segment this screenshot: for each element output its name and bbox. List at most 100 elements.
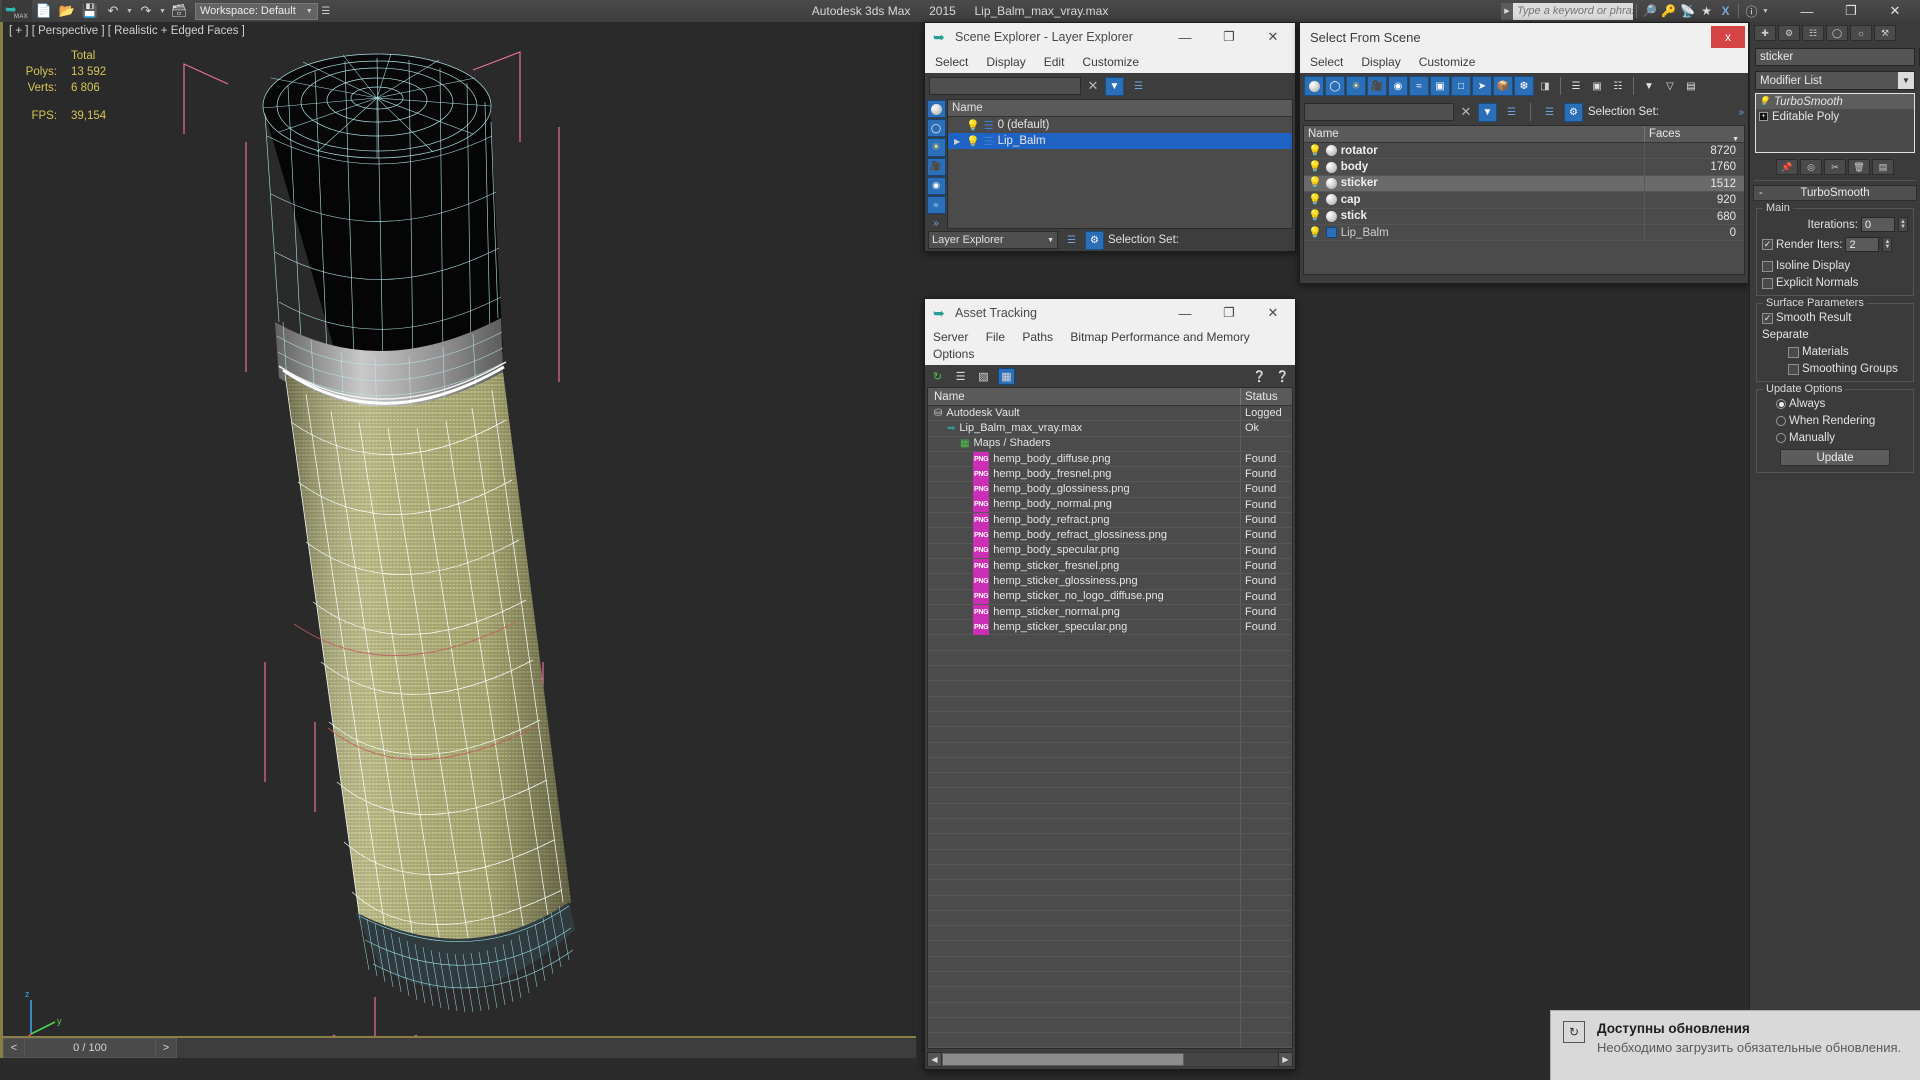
iterations-spinner[interactable]: ▲ ▼ [1898, 217, 1908, 232]
layer-row-default[interactable]: 💡 ☰ 0 (default) [948, 117, 1292, 133]
object-name-field[interactable] [1755, 48, 1915, 66]
asset-row[interactable]: ⛁ Autodesk Vault Logged [928, 406, 1292, 422]
menu-display[interactable]: Display [986, 55, 1025, 69]
asset-tracking-close[interactable]: ✕ [1251, 299, 1295, 327]
table-row[interactable]: 💡 Lip_Balm 0 [1304, 224, 1744, 242]
update-option-manually[interactable]: Manually [1762, 432, 1908, 444]
asset-row[interactable]: PNG hemp_sticker_normal.png Found [928, 604, 1292, 621]
render-iters-input[interactable] [1845, 237, 1880, 252]
spacewarps-filter-icon[interactable]: ≈ [1409, 76, 1429, 96]
lightbulb-icon[interactable]: 💡 [966, 119, 980, 132]
menu-server[interactable]: Server [933, 330, 968, 344]
grid-view-icon[interactable]: ▦ [998, 367, 1015, 385]
spacewarps-filter-icon[interactable]: ≈ [926, 195, 946, 215]
column-name[interactable]: Name [1304, 126, 1644, 142]
hierarchy-mode-icon[interactable]: ⚙ [1564, 102, 1583, 122]
select-from-scene-window[interactable]: Select From Scene x Select Display Custo… [1299, 22, 1749, 284]
keyword-search[interactable]: ▶ [1501, 2, 1633, 20]
lights-filter-icon[interactable]: ☀ [1346, 76, 1366, 96]
column-status[interactable]: Status [1240, 388, 1292, 405]
clear-search-icon[interactable]: ✕ [1086, 78, 1100, 94]
table-row[interactable]: 💡 sticker 1512 [1304, 175, 1744, 193]
lights-filter-icon[interactable]: ☀ [926, 138, 946, 157]
menu-file[interactable]: File [986, 330, 1005, 344]
lightbulb-icon[interactable]: 💡 [1308, 208, 1322, 224]
satellite-icon[interactable]: 📡 [1678, 0, 1697, 22]
tab-motion[interactable]: ◯ [1826, 25, 1848, 41]
asset-tracking-table[interactable]: Name Status ⛁ Autodesk Vault Logged ➡ Lip_Ba… [927, 387, 1293, 1049]
prev-frame-button[interactable]: < [3, 1038, 25, 1058]
modifier-stack[interactable]: 💡 TurboSmooth + Editable Poly [1755, 93, 1915, 153]
table-row[interactable]: 💡 stick 680 [1304, 208, 1744, 225]
qat-overflow-button[interactable]: ☰ [319, 1, 333, 21]
maximize-button[interactable]: ❐ [1830, 0, 1872, 22]
helpers-filter-icon[interactable]: ◉ [926, 176, 946, 195]
layer-mode-icon[interactable]: ☰ [1062, 231, 1081, 250]
scene-explorer-maximize[interactable]: ❐ [1207, 23, 1251, 51]
smoothing-groups-checkbox[interactable] [1788, 363, 1799, 375]
remove-modifier-icon[interactable]: 🗑 [1848, 159, 1870, 175]
update-option-always[interactable]: Always [1762, 398, 1908, 410]
configure-sets-icon[interactable]: ▤ [1872, 159, 1894, 175]
lightbulb-icon[interactable]: 💡 [966, 135, 980, 148]
asset-row[interactable]: ▦ Maps / Shaders [928, 436, 1292, 452]
explorer-mode-combo[interactable]: Layer Explorer ▼ [928, 231, 1058, 249]
geometry-filter-icon[interactable] [926, 100, 946, 119]
asset-tracking-window[interactable]: ➥ Asset Tracking — ❐ ✕ Server File Paths… [924, 298, 1296, 1070]
column-faces[interactable]: Faces ▼ [1644, 126, 1744, 143]
column-name[interactable]: Name [928, 388, 1240, 405]
help-add-icon[interactable]: ❔ [1251, 368, 1268, 385]
asset-tracking-titlebar[interactable]: ➥ Asset Tracking — ❐ ✕ [925, 299, 1295, 327]
scene-explorer-titlebar[interactable]: ➥ Scene Explorer - Layer Explorer — ❐ ✕ [925, 23, 1295, 51]
cameras-filter-icon[interactable]: 🎥 [926, 157, 946, 176]
asset-row[interactable]: ➡ Lip_Balm_max_vray.max Ok [928, 421, 1292, 437]
turbosmooth-rollout-header[interactable]: - TurboSmooth [1753, 185, 1917, 201]
plus-box-icon[interactable]: + [1759, 112, 1768, 121]
advanced-filter-icon[interactable]: ▽ [1660, 76, 1680, 96]
select-from-scene-titlebar[interactable]: Select From Scene x [1300, 23, 1748, 51]
asset-row[interactable]: PNG hemp_sticker_specular.png Found [928, 619, 1292, 636]
chevron-right-icon[interactable]: ▶ [954, 137, 960, 146]
scroll-left-icon[interactable]: ◀ [927, 1052, 942, 1067]
asset-row[interactable]: PNG hemp_sticker_fresnel.png Found [928, 558, 1292, 575]
collapse-all-icon[interactable]: ▣ [1587, 76, 1607, 96]
make-unique-icon[interactable]: ✂ [1824, 159, 1846, 175]
iterations-input[interactable] [1861, 217, 1895, 232]
asset-row[interactable]: PNG hemp_body_normal.png Found [928, 497, 1292, 514]
modifier-list-dropdown[interactable]: Modifier List ▼ [1755, 71, 1915, 90]
tab-hierarchy[interactable]: ☷ [1802, 25, 1824, 41]
select-from-scene-close[interactable]: x [1711, 26, 1745, 48]
more-options-icon[interactable]: » [1738, 107, 1744, 118]
tab-display[interactable]: ☼ [1850, 25, 1872, 41]
save-file-button[interactable]: 💾 [79, 1, 101, 21]
scroll-track[interactable] [942, 1053, 1278, 1066]
lightbulb-icon[interactable]: 💡 [1308, 225, 1322, 241]
new-file-button[interactable]: 📄 [33, 1, 55, 21]
when-rendering-radio[interactable] [1776, 416, 1786, 426]
smooth-result-checkbox[interactable]: ✓ [1762, 312, 1773, 324]
asset-row[interactable]: PNG hemp_sticker_no_logo_diffuse.png Found [928, 589, 1292, 605]
asset-row[interactable]: PNG hemp_body_refract.png Found [928, 512, 1292, 529]
lightbulb-icon[interactable]: 💡 [1308, 159, 1322, 175]
close-button[interactable]: ✕ [1874, 0, 1916, 22]
select-from-scene-table[interactable]: Name Faces ▼ 💡 rotator 8720 💡 body 1760 💡 stick… [1303, 125, 1745, 275]
shapes-filter-icon[interactable]: ◯ [1325, 76, 1345, 96]
viewport-label[interactable]: [ + ] [ Perspective ] [ Realistic + Edge… [9, 25, 245, 37]
layers-icon[interactable]: ☰ [1129, 77, 1148, 96]
lightbulb-icon[interactable]: 💡 [1308, 192, 1322, 208]
asset-row[interactable]: PNG hemp_body_specular.png Found [928, 543, 1292, 559]
asset-tracking-maximize[interactable]: ❐ [1207, 299, 1251, 327]
cameras-filter-icon[interactable]: 🎥 [1367, 76, 1387, 96]
filter-icon[interactable]: ▼ [1105, 76, 1124, 96]
menu-customize[interactable]: Customize [1082, 55, 1139, 69]
asset-row[interactable]: PNG hemp_sticker_glossiness.png Found [928, 573, 1292, 590]
xrefs-filter-icon[interactable]: □ [1451, 76, 1471, 96]
containers-filter-icon[interactable]: 📦 [1493, 76, 1513, 96]
next-frame-button[interactable]: > [155, 1038, 177, 1058]
lightbulb-icon[interactable]: 💡 [1308, 175, 1322, 191]
lightbulb-icon[interactable]: 💡 [1759, 96, 1770, 107]
scroll-thumb[interactable] [942, 1053, 1184, 1066]
scene-explorer-search-input[interactable] [929, 77, 1081, 95]
menu-options[interactable]: Options [933, 347, 974, 361]
max-logo-icon[interactable]: ➥ MAX [2, 0, 32, 22]
